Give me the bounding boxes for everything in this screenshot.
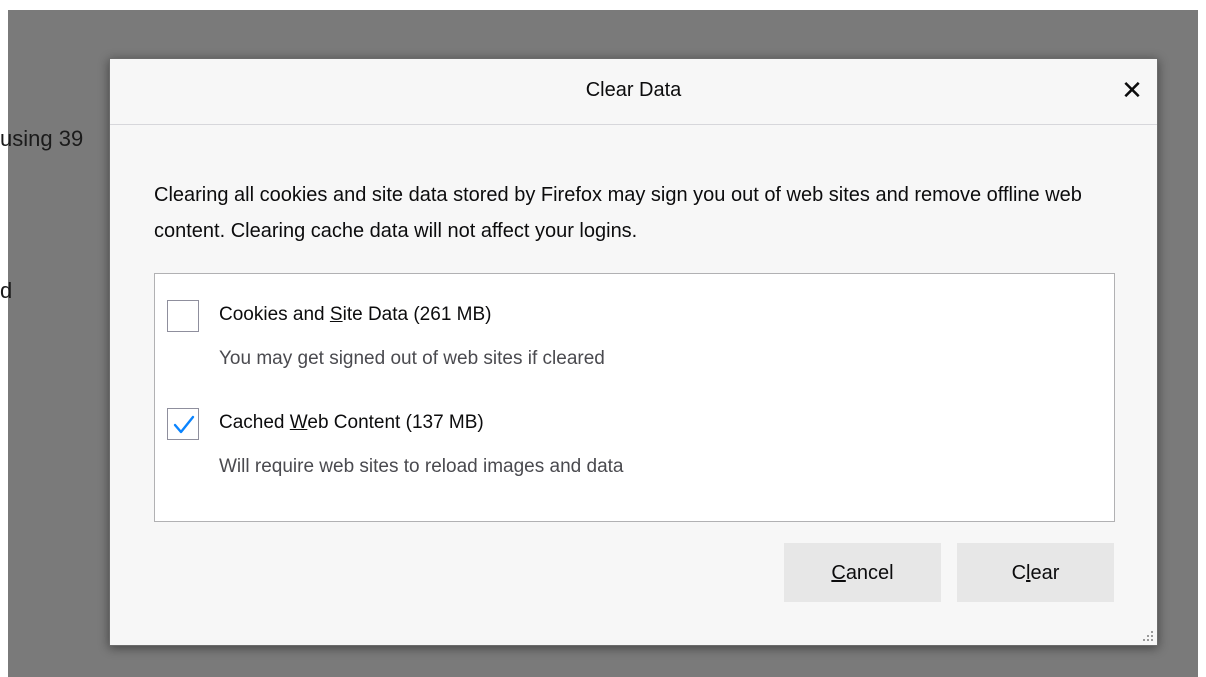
resize-grip-icon[interactable]	[1143, 631, 1153, 641]
cookies-description: You may get signed out of web sites if c…	[219, 348, 605, 369]
cache-label-text: eb Content (137 MB)	[307, 412, 484, 433]
cookies-label-text: Cookies and	[219, 304, 330, 325]
cancel-label: ancel	[845, 562, 894, 584]
cache-label-accesskey: W	[289, 412, 308, 433]
dialog-title: Clear Data	[585, 79, 682, 101]
dialog-description: Clearing all cookies and site data store…	[154, 184, 1082, 242]
cache-description: Will require web sites to reload images …	[219, 456, 624, 477]
clear-button[interactable]: Clear	[957, 543, 1114, 602]
clear-label: C	[1011, 562, 1027, 584]
clear-data-dialog: Clear Data ✕ Clearing all cookies and si…	[109, 58, 1158, 646]
checkmark-icon	[173, 415, 195, 434]
cookies-label-accesskey: S	[329, 304, 343, 325]
close-icon[interactable]: ✕	[1115, 73, 1149, 107]
dialog-header: Clear Data ✕	[110, 59, 1157, 125]
cache-checkbox[interactable]	[167, 408, 199, 440]
background-text: d	[0, 278, 13, 303]
cache-label-text: Cached	[219, 412, 290, 433]
cancel-button[interactable]: Cancel	[784, 543, 941, 602]
options-list: Cookies and Site Data (261 MB) You may g…	[154, 273, 1115, 522]
cookies-checkbox[interactable]	[167, 300, 199, 332]
cookies-label-text: ite Data (261 MB)	[342, 304, 492, 325]
cache-label[interactable]: Cached Web Content (137 MB)	[219, 412, 484, 434]
cancel-accesskey: C	[831, 562, 846, 584]
background-text: using 39	[0, 126, 84, 151]
clear-label: ear	[1030, 562, 1060, 584]
cookies-label[interactable]: Cookies and Site Data (261 MB)	[219, 304, 492, 326]
